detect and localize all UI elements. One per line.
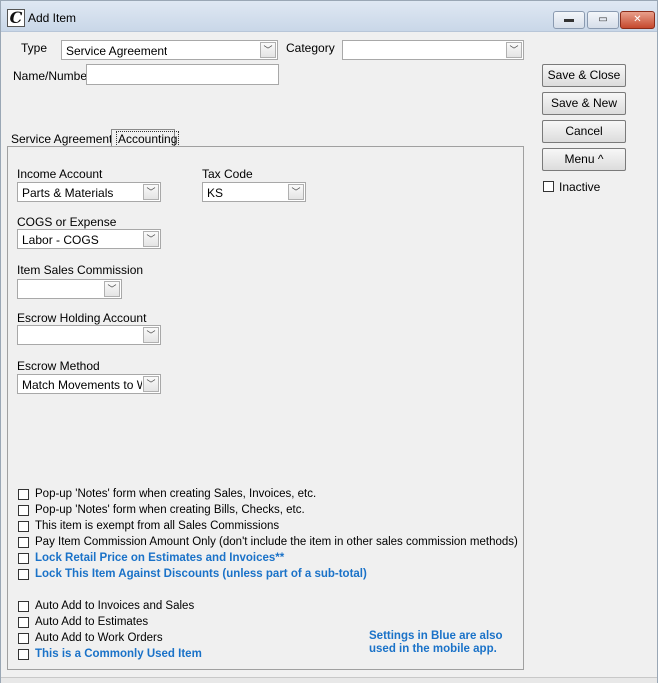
checkbox-exempt-commissions-label: This item is exempt from all Sales Commi… [35, 520, 280, 532]
escrow-holding-account-label: Escrow Holding Account [17, 311, 147, 325]
inactive-label: Inactive [559, 180, 601, 194]
save-new-button[interactable]: Save & New [542, 92, 626, 115]
checkbox-commonly-used-label: This is a Commonly Used Item [35, 648, 202, 660]
chevron-down-icon[interactable]: ﹀ [104, 281, 120, 297]
checkbox-auto-add-estimates-label: Auto Add to Estimates [35, 616, 149, 628]
tab-accounting-label: Accounting [116, 131, 180, 147]
checkbox-notes-bills[interactable] [18, 505, 29, 516]
close-button[interactable]: ✕ [620, 11, 655, 29]
checkbox-exempt-commissions[interactable] [18, 521, 29, 532]
chevron-down-icon[interactable]: ﹀ [506, 42, 522, 58]
add-item-window: C Add Item ▬ ▭ ✕ Type Service Agreement … [0, 0, 658, 683]
chevron-down-icon[interactable]: ﹀ [143, 231, 159, 247]
window-title: Add Item [28, 11, 77, 25]
checkbox-auto-add-estimates[interactable] [18, 617, 29, 628]
category-select[interactable]: ﹀ [342, 40, 524, 60]
checkbox-lock-discounts-label: Lock This Item Against Discounts (unless… [35, 568, 367, 580]
cogs-value: Labor - COGS [22, 233, 99, 247]
chevron-down-icon[interactable]: ﹀ [143, 184, 159, 200]
checkbox-lock-discounts[interactable] [18, 569, 29, 580]
save-close-button[interactable]: Save & Close [542, 64, 626, 87]
menu-button[interactable]: Menu ^ [542, 148, 626, 171]
checkbox-notes-sales-label: Pop-up 'Notes' form when creating Sales,… [35, 488, 317, 500]
cogs-label: COGS or Expense [17, 215, 117, 229]
income-account-value: Parts & Materials [22, 186, 114, 200]
checkbox-auto-add-invoices[interactable] [18, 601, 29, 612]
window-bottom-edge [1, 677, 657, 683]
checkbox-notes-sales[interactable] [18, 489, 29, 500]
checkbox-commonly-used[interactable] [18, 649, 29, 660]
checkbox-lock-retail-price-label: Lock Retail Price on Estimates and Invoi… [35, 552, 285, 564]
checkbox-lock-retail-price[interactable] [18, 553, 29, 564]
checkbox-auto-add-work-orders[interactable] [18, 633, 29, 644]
app-logo-icon: C [7, 9, 25, 27]
inactive-checkbox[interactable] [543, 181, 554, 192]
escrow-method-select[interactable]: Match Movements to Wo ﹀ [17, 374, 161, 394]
chevron-down-icon[interactable]: ﹀ [143, 376, 159, 392]
type-label: Type [21, 41, 48, 55]
item-sales-commission-select[interactable]: ﹀ [17, 279, 122, 299]
tax-code-select[interactable]: KS ﹀ [202, 182, 306, 202]
tax-code-label: Tax Code [202, 167, 253, 181]
checkbox-auto-add-invoices-label: Auto Add to Invoices and Sales [35, 600, 195, 612]
cancel-button[interactable]: Cancel [542, 120, 626, 143]
income-account-select[interactable]: Parts & Materials ﹀ [17, 182, 161, 202]
category-label: Category [286, 41, 335, 55]
chevron-down-icon[interactable]: ﹀ [143, 327, 159, 343]
title-bar[interactable]: C Add Item ▬ ▭ ✕ [1, 1, 657, 32]
name-number-label: Name/Number [13, 69, 92, 83]
checkbox-pay-commission-only[interactable] [18, 537, 29, 548]
income-account-label: Income Account [17, 167, 103, 181]
tab-service-agreement[interactable]: Service Agreement [11, 132, 112, 146]
chevron-down-icon[interactable]: ﹀ [260, 42, 276, 58]
escrow-method-value: Match Movements to Wo [22, 378, 142, 392]
tax-code-value: KS [207, 186, 224, 200]
type-select-value: Service Agreement [66, 44, 168, 58]
name-number-input[interactable] [86, 64, 279, 85]
checkbox-pay-commission-only-label: Pay Item Commission Amount Only (don't i… [35, 536, 518, 548]
checkbox-auto-add-work-orders-label: Auto Add to Work Orders [35, 632, 163, 644]
tab-accounting[interactable]: Accounting [111, 129, 180, 147]
escrow-method-label: Escrow Method [17, 359, 100, 373]
checkbox-notes-bills-label: Pop-up 'Notes' form when creating Bills,… [35, 504, 305, 516]
item-sales-commission-label: Item Sales Commission [17, 263, 144, 277]
minimize-button[interactable]: ▬ [553, 11, 585, 29]
cogs-select[interactable]: Labor - COGS ﹀ [17, 229, 161, 249]
type-select[interactable]: Service Agreement ﹀ [61, 40, 278, 60]
maximize-button[interactable]: ▭ [587, 11, 619, 29]
chevron-down-icon[interactable]: ﹀ [288, 184, 304, 200]
mobile-app-note: Settings in Blue are also used in the mo… [369, 630, 503, 655]
escrow-holding-account-select[interactable]: ﹀ [17, 325, 161, 345]
